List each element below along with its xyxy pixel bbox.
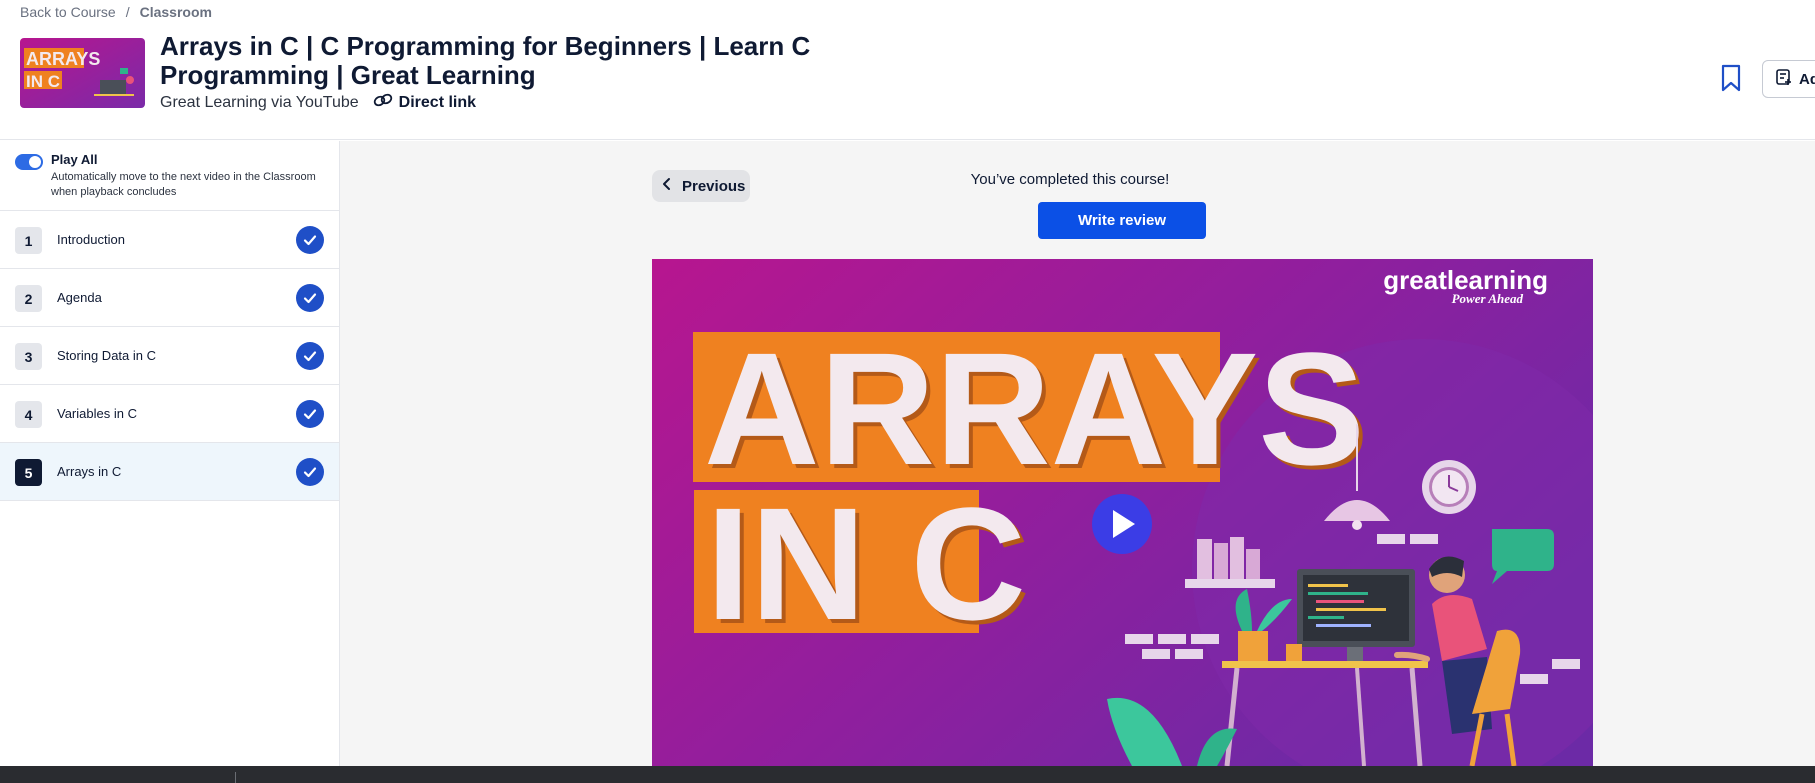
taskbar xyxy=(0,766,1815,783)
bookmark-button[interactable] xyxy=(1720,64,1746,94)
toggle-knob xyxy=(29,156,41,168)
lesson-number: 4 xyxy=(15,401,42,428)
list-add-icon xyxy=(1775,68,1793,90)
lesson-item-variables[interactable]: 4 Variables in C xyxy=(0,385,339,443)
lesson-title: Agenda xyxy=(57,290,102,305)
add-to-list-button[interactable]: Ad xyxy=(1762,60,1815,98)
lesson-sidebar: Play All Automatically move to the next … xyxy=(0,141,340,766)
lesson-number: 3 xyxy=(15,343,42,370)
play-all-section: Play All Automatically move to the next … xyxy=(0,141,339,211)
check-icon xyxy=(296,458,324,486)
breadcrumb: Back to Course / Classroom xyxy=(20,4,212,20)
page-header: Back to Course / Classroom ARRAYS IN C A… xyxy=(0,0,1815,140)
thumbnail-line1: ARRAYS xyxy=(26,49,100,69)
check-icon xyxy=(296,342,324,370)
lesson-number: 5 xyxy=(15,459,42,486)
link-icon xyxy=(373,93,393,112)
course-title: Arrays in C | C Programming for Beginner… xyxy=(160,31,811,90)
bookmark-icon xyxy=(1720,64,1742,96)
course-meta: Great Learning via YouTube Direct link xyxy=(160,93,476,112)
course-provider: Great Learning via YouTube xyxy=(160,93,359,111)
direct-link-label: Direct link xyxy=(398,93,477,111)
lesson-number: 1 xyxy=(15,227,42,254)
chevron-left-icon xyxy=(662,177,672,195)
direct-link[interactable]: Direct link xyxy=(373,93,476,112)
lesson-item-agenda[interactable]: 2 Agenda xyxy=(0,269,339,327)
lesson-title: Introduction xyxy=(57,232,125,247)
write-review-button[interactable]: Write review xyxy=(1038,202,1206,239)
video-title-line1: ARRAYS xyxy=(704,319,1365,498)
previous-button[interactable]: Previous xyxy=(652,170,750,202)
lesson-item-storing-data[interactable]: 3 Storing Data in C xyxy=(0,327,339,385)
check-icon xyxy=(296,226,324,254)
lesson-item-introduction[interactable]: 1 Introduction xyxy=(0,211,339,269)
video-player[interactable]: greatlearning Power Ahead ARRAYS ARRAYS … xyxy=(652,259,1593,766)
breadcrumb-separator: / xyxy=(125,4,130,20)
video-title-line2: IN C xyxy=(706,474,1026,653)
play-all-label: Play All xyxy=(51,152,98,167)
lesson-title: Variables in C xyxy=(57,406,137,421)
lesson-title: Arrays in C xyxy=(57,464,122,479)
course-thumbnail: ARRAYS IN C xyxy=(20,38,145,108)
taskbar-divider xyxy=(235,772,236,783)
main-content: Previous You’ve completed this course! W… xyxy=(340,141,1815,766)
completion-message: You’ve completed this course! xyxy=(970,171,1170,188)
back-to-course-link[interactable]: Back to Course xyxy=(20,4,116,20)
check-icon xyxy=(296,284,324,312)
lesson-item-arrays[interactable]: 5 Arrays in C xyxy=(0,443,339,501)
play-button[interactable] xyxy=(1092,494,1152,554)
play-all-toggle[interactable] xyxy=(15,154,43,170)
breadcrumb-current: Classroom xyxy=(139,4,212,20)
check-icon xyxy=(296,400,324,428)
video-tagline: Power Ahead xyxy=(1452,291,1524,306)
add-to-list-label: Ad xyxy=(1799,70,1815,88)
previous-label: Previous xyxy=(682,177,746,195)
lesson-number: 2 xyxy=(15,285,42,312)
thumbnail-line2: IN C xyxy=(26,72,60,91)
lesson-title: Storing Data in C xyxy=(57,348,156,363)
play-all-description: Automatically move to the next video in … xyxy=(51,171,316,198)
